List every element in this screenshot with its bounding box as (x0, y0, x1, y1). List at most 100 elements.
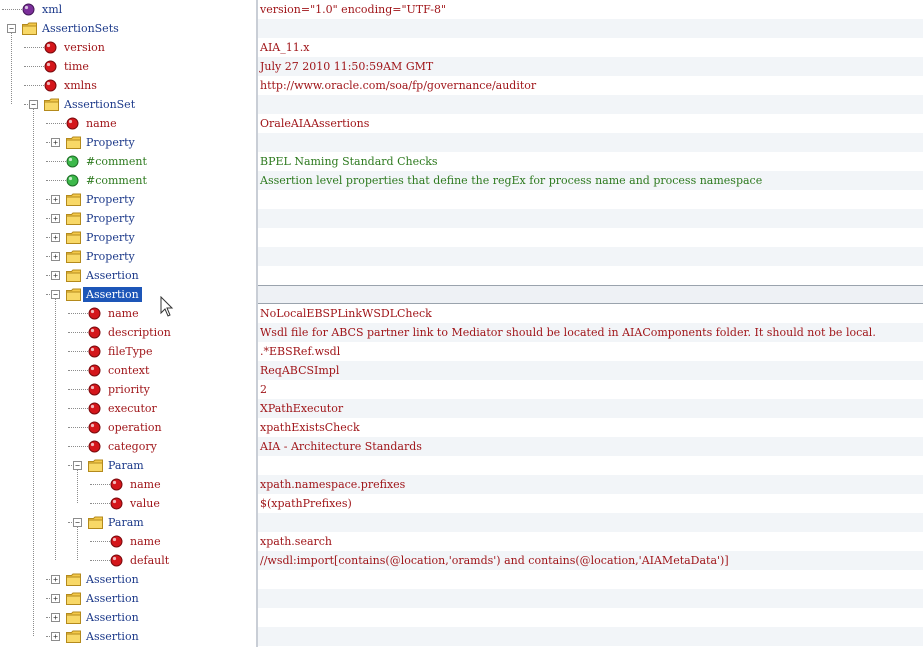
tree-node-label[interactable]: default (127, 553, 172, 568)
tree-node-element[interactable]: − Assertion (0, 285, 256, 304)
tree-node-label[interactable]: Property (83, 230, 138, 245)
expand-toggle-icon[interactable]: + (51, 233, 60, 242)
tree-node-comment[interactable]: #comment (0, 171, 256, 190)
red-dot-icon (88, 383, 101, 396)
folder-icon (44, 98, 60, 111)
tree-node-element[interactable]: + Assertion (0, 608, 256, 627)
tree-node-label[interactable]: name (127, 534, 164, 549)
tree-node-label[interactable]: value (127, 496, 163, 511)
tree-node-attribute[interactable]: name (0, 475, 256, 494)
expand-toggle-icon[interactable]: + (51, 195, 60, 204)
node-value-row: XPathExecutor (258, 399, 923, 418)
tree-node-label[interactable]: Assertion (83, 268, 142, 283)
tree-node-attribute[interactable]: executor (0, 399, 256, 418)
folder-icon (22, 22, 38, 35)
tree-node-attribute[interactable]: default (0, 551, 256, 570)
tree-node-label[interactable]: priority (105, 382, 153, 397)
tree-node-label[interactable]: #comment (83, 154, 150, 169)
tree-node-attribute[interactable]: operation (0, 418, 256, 437)
tree-node-element[interactable]: + Property (0, 190, 256, 209)
tree-node-attribute[interactable]: version (0, 38, 256, 57)
tree-node-attribute[interactable]: name (0, 114, 256, 133)
folder-icon (66, 573, 82, 586)
tree-node-label[interactable]: context (105, 363, 152, 378)
expand-toggle-icon[interactable]: + (51, 271, 60, 280)
tree-node-pi[interactable]: xml (0, 0, 256, 19)
tree-node-attribute[interactable]: category (0, 437, 256, 456)
tree-node-attribute[interactable]: name (0, 304, 256, 323)
node-value-row: xpath.search (260, 535, 333, 548)
collapse-toggle-icon[interactable]: − (73, 461, 82, 470)
tree-node-label[interactable]: Assertion (83, 610, 142, 625)
tree-node-label[interactable]: Assertion (83, 572, 142, 587)
tree-connector (90, 503, 110, 504)
folder-icon (66, 592, 82, 605)
tree-node-label[interactable]: Assertion (83, 629, 142, 644)
node-value-row (258, 589, 923, 608)
tree-node-element[interactable]: + Property (0, 209, 256, 228)
tree-node-attribute[interactable]: xmlns (0, 76, 256, 95)
collapse-toggle-icon[interactable]: − (7, 24, 16, 33)
tree-node-label[interactable]: #comment (83, 173, 150, 188)
tree-node-label[interactable]: category (105, 439, 160, 454)
red-dot-icon (110, 478, 123, 491)
node-value-row: ReqABCSImpl (258, 361, 923, 380)
tree-node-label[interactable]: fileType (105, 344, 155, 359)
expand-toggle-icon[interactable]: + (51, 214, 60, 223)
tree-node-label[interactable]: version (61, 40, 108, 55)
tree-node-label[interactable]: Property (83, 211, 138, 226)
tree-node-label[interactable]: Assertion (83, 287, 142, 302)
tree-node-label[interactable]: name (105, 306, 142, 321)
tree-node-attribute[interactable]: context (0, 361, 256, 380)
tree-node-element[interactable]: + Property (0, 247, 256, 266)
expand-toggle-icon[interactable]: + (51, 252, 60, 261)
tree-node-label[interactable]: Param (105, 515, 147, 530)
tree-node-element[interactable]: − AssertionSets (0, 19, 256, 38)
collapse-toggle-icon[interactable]: − (51, 290, 60, 299)
tree-node-label[interactable]: description (105, 325, 174, 340)
tree-node-label[interactable]: AssertionSet (61, 97, 138, 112)
tree-node-element[interactable]: + Assertion (0, 570, 256, 589)
tree-node-element[interactable]: − Param (0, 456, 256, 475)
expand-toggle-icon[interactable]: + (51, 594, 60, 603)
tree-node-label[interactable]: Assertion (83, 591, 142, 606)
tree-node-element[interactable]: − Param (0, 513, 256, 532)
tree-node-attribute[interactable]: value (0, 494, 256, 513)
tree-connector (2, 9, 22, 10)
expand-toggle-icon[interactable]: + (51, 613, 60, 622)
tree-node-attribute[interactable]: priority (0, 380, 256, 399)
tree-node-label[interactable]: name (127, 477, 164, 492)
tree-node-element[interactable]: + Assertion (0, 589, 256, 608)
node-value-row (258, 228, 923, 247)
node-value-row: BPEL Naming Standard Checks (260, 155, 438, 168)
collapse-toggle-icon[interactable]: − (29, 100, 38, 109)
tree-connector (46, 180, 66, 181)
collapse-toggle-icon[interactable]: − (73, 518, 82, 527)
tree-node-element[interactable]: − AssertionSet (0, 95, 256, 114)
tree-node-label[interactable]: Property (83, 192, 138, 207)
tree-node-label[interactable]: xml (39, 2, 65, 17)
expand-toggle-icon[interactable]: + (51, 575, 60, 584)
tree-node-label[interactable]: Property (83, 135, 138, 150)
tree-node-element[interactable]: + Property (0, 228, 256, 247)
tree-node-label[interactable]: operation (105, 420, 165, 435)
tree-node-label[interactable]: executor (105, 401, 160, 416)
tree-node-attribute[interactable]: name (0, 532, 256, 551)
tree-node-label[interactable]: time (61, 59, 92, 74)
tree-node-element[interactable]: + Assertion (0, 627, 256, 646)
tree-node-attribute[interactable]: fileType (0, 342, 256, 361)
tree-node-label[interactable]: Param (105, 458, 147, 473)
tree-node-comment[interactable]: #comment (0, 152, 256, 171)
tree-node-attribute[interactable]: time (0, 57, 256, 76)
tree-node-element[interactable]: + Property (0, 133, 256, 152)
tree-node-label[interactable]: AssertionSets (39, 21, 122, 36)
expand-toggle-icon[interactable]: + (51, 632, 60, 641)
tree-node-label[interactable]: name (83, 116, 120, 131)
tree-node-label[interactable]: xmlns (61, 78, 100, 93)
tree-node-attribute[interactable]: description (0, 323, 256, 342)
folder-icon (66, 250, 82, 263)
tree-node-label[interactable]: Property (83, 249, 138, 264)
expand-toggle-icon[interactable]: + (51, 138, 60, 147)
tree-node-element[interactable]: + Assertion (0, 266, 256, 285)
xml-tree-panel[interactable]: xml − AssertionSets version time xmlns − Assert… (0, 0, 256, 647)
